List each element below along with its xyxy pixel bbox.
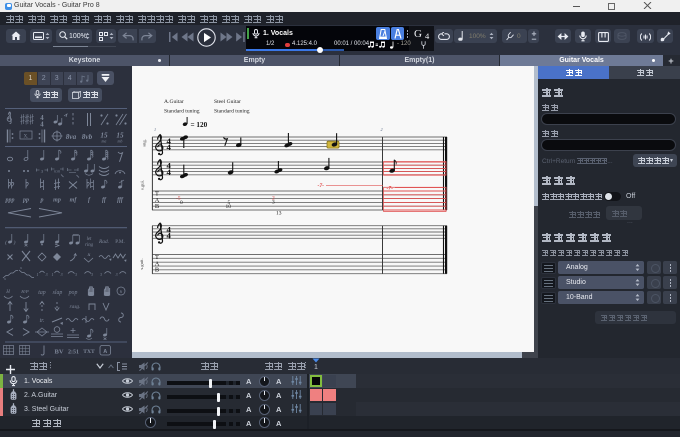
svg-text:tap: tap (38, 290, 46, 296)
svg-text:0: 0 (180, 200, 183, 206)
svg-text:tr.: tr. (40, 318, 45, 324)
svg-text:1: 1 (51, 272, 53, 277)
svg-text:H/P: H/P (20, 289, 29, 294)
svg-text:8va: 8va (66, 133, 77, 141)
svg-text:rasg.: rasg. (70, 304, 81, 310)
svg-text:4: 4 (167, 142, 172, 152)
svg-text:ma: ma (102, 139, 107, 144)
svg-text:p: p (40, 198, 44, 204)
svg-text:x: x (19, 265, 22, 270)
svg-text:ppp: ppp (5, 198, 15, 204)
svg-text:13: 13 (276, 210, 282, 216)
svg-text:10: 10 (226, 204, 232, 210)
svg-text:slap: slap (53, 290, 63, 296)
svg-text:s.guit.: s.guit. (139, 258, 144, 269)
svg-text:(: ( (5, 239, 8, 246)
svg-text:mp: mp (53, 198, 61, 204)
svg-text:3: 3 (91, 272, 93, 277)
svg-text:3: 3 (115, 272, 117, 277)
svg-text:-7-: -7- (318, 183, 325, 189)
svg-text:2: 2 (381, 127, 383, 132)
svg-text:= 120: = 120 (191, 121, 208, 129)
svg-text:Standard tuning: Standard tuning (214, 109, 250, 115)
svg-text:): ) (13, 239, 16, 246)
svg-text:3: 3 (75, 272, 77, 277)
svg-text:3: 3 (60, 272, 62, 277)
svg-text:ring: ring (85, 243, 94, 248)
svg-text:B: B (155, 203, 159, 210)
svg-text:A.Guitar: A.Guitar (164, 99, 184, 105)
svg-text:fff: fff (117, 198, 124, 204)
svg-text:x: x (3, 276, 6, 281)
svg-text:BV: BV (54, 349, 63, 356)
svg-text:mf: mf (70, 198, 78, 204)
svg-text:4: 4 (40, 122, 44, 129)
svg-text:let: let (87, 237, 92, 242)
svg-text:1: 1 (36, 272, 38, 277)
svg-text:B: B (155, 267, 159, 274)
svg-text:H: H (5, 290, 10, 295)
svg-text:X.: X. (24, 135, 29, 140)
svg-text:2:51: 2:51 (68, 350, 79, 356)
svg-text:4: 4 (167, 231, 172, 241)
svg-text:A: A (103, 349, 107, 355)
svg-text:-7-: -7- (387, 186, 394, 192)
svg-text:3: 3 (100, 272, 102, 277)
svg-text:ff: ff (102, 198, 107, 204)
svg-text:n:m: n:m (54, 169, 60, 174)
svg-text:s.gui.: s.gui. (140, 180, 145, 190)
svg-text:8vb: 8vb (82, 133, 93, 141)
svg-text:1: 1 (154, 127, 156, 132)
svg-text:4: 4 (167, 167, 172, 177)
svg-text:Rad.: Rad. (98, 239, 109, 245)
svg-text:3: 3 (272, 200, 275, 206)
svg-text:pop: pop (68, 290, 78, 296)
svg-text:3: 3 (45, 272, 47, 277)
svg-text:x: x (87, 252, 91, 258)
svg-text:3: 3 (41, 169, 44, 174)
svg-text:6: 6 (120, 289, 123, 294)
svg-text:f: f (88, 198, 91, 204)
svg-text:Standard tuning: Standard tuning (164, 109, 200, 115)
svg-text:TXT: TXT (83, 349, 95, 355)
svg-text:P.M.: P.M. (115, 239, 125, 245)
svg-text:Steel Guitar: Steel Guitar (214, 99, 241, 105)
svg-text:pp: pp (22, 198, 29, 204)
svg-text:mb: mb (118, 139, 123, 144)
svg-text:sng.: sng. (142, 139, 147, 147)
